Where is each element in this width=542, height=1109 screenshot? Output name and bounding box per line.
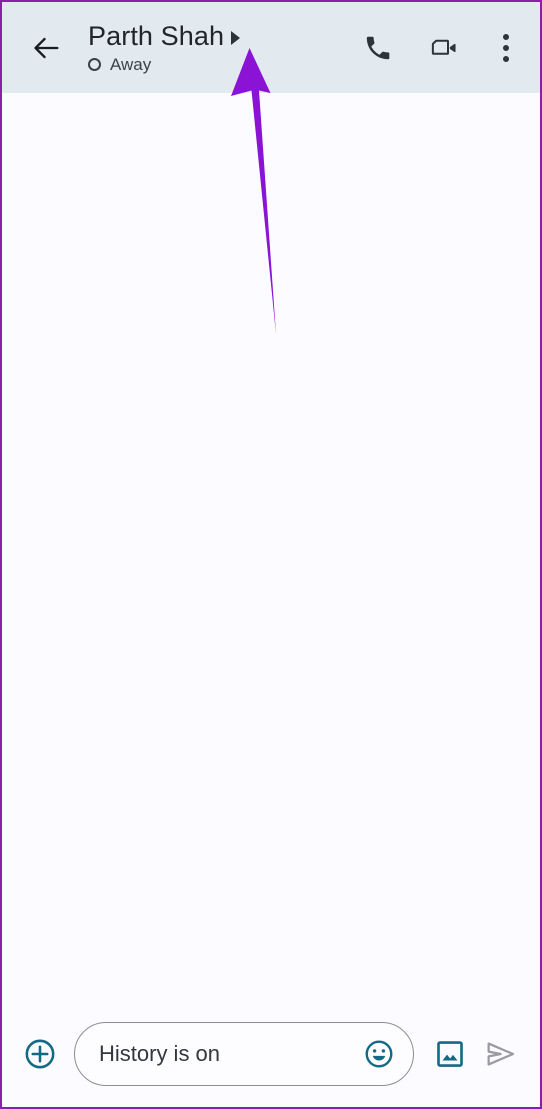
app-bar: Parth Shah Away <box>2 2 540 93</box>
three-dots-vertical-icon <box>503 33 509 62</box>
right-caret-icon[interactable] <box>231 30 241 45</box>
gallery-button[interactable] <box>426 1030 474 1078</box>
phone-icon <box>366 36 390 59</box>
video-call-button[interactable] <box>420 24 468 72</box>
status-text: Away <box>110 55 152 75</box>
voice-call-button[interactable] <box>354 24 402 72</box>
back-button[interactable] <box>18 20 74 76</box>
menu-dot <box>503 44 509 51</box>
message-input-container[interactable] <box>74 1021 414 1086</box>
contact-header-info[interactable]: Parth Shah Away <box>74 20 354 73</box>
away-circle-icon <box>88 58 101 72</box>
video-camera-icon <box>431 39 456 55</box>
phone-screenshot: Parth Shah Away <box>0 0 542 1109</box>
contact-status-row: Away <box>88 56 354 73</box>
app-bar-actions <box>354 24 526 72</box>
contact-title-row[interactable]: Parth Shah <box>88 20 354 51</box>
emoji-button[interactable] <box>361 1036 397 1072</box>
contact-name: Parth Shah <box>88 20 225 51</box>
message-input[interactable] <box>99 1040 355 1067</box>
send-paper-plane-icon <box>487 1041 515 1066</box>
plus-circle-icon <box>25 1039 55 1068</box>
emoji-smiley-icon <box>365 1040 393 1067</box>
back-arrow-icon <box>34 37 59 58</box>
send-button[interactable] <box>474 1030 528 1078</box>
add-attachment-button[interactable] <box>16 1030 64 1078</box>
menu-dot <box>503 33 509 40</box>
menu-dot <box>503 55 509 62</box>
message-list[interactable] <box>2 93 540 1008</box>
overflow-menu-button[interactable] <box>486 24 526 72</box>
compose-bar <box>2 1008 540 1107</box>
image-photo-icon <box>437 1040 463 1067</box>
